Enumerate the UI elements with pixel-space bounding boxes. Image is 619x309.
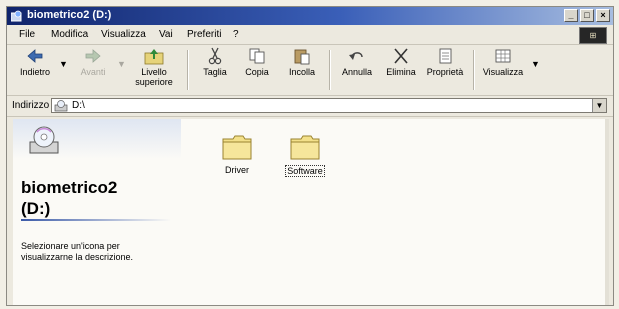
menu-help[interactable]: ? [233, 29, 239, 40]
menu-bar: File Modifica Visualizza Vai Preferiti ?… [7, 26, 613, 45]
back-label: Indietro [19, 67, 51, 77]
delete-x-icon [394, 48, 408, 64]
undo-button[interactable]: Annulla [337, 47, 377, 77]
properties-label: Proprietà [426, 67, 464, 77]
up-label-line2: superiore [135, 77, 173, 87]
toolbar: Indietro ▼ Avanti ▼ Livello superiore Ta… [7, 45, 613, 96]
menu-vai[interactable]: Vai [159, 29, 173, 40]
copy-button[interactable]: Copia [239, 47, 275, 77]
up-button[interactable]: Livello superiore [131, 47, 177, 87]
drive-title-line1: biometrico2 [21, 178, 118, 197]
title-bar[interactable]: biometrico2 (D:) _ □ × [7, 7, 613, 25]
undo-label: Annulla [341, 67, 373, 77]
toolbar-separator [473, 50, 475, 90]
back-dropdown-icon[interactable]: ▼ [59, 59, 68, 69]
address-label: Indirizzo [12, 100, 50, 111]
address-dropdown-icon[interactable]: ▼ [592, 99, 606, 112]
up-label-line1: Livello [141, 67, 167, 77]
folder-icon [222, 135, 252, 160]
explorer-window: biometrico2 (D:) _ □ × File Modifica Vis… [6, 6, 614, 306]
drive-title-line2: (D:) [21, 199, 51, 218]
undo-icon [349, 52, 363, 60]
back-arrow-icon [27, 49, 43, 63]
paste-icon [294, 49, 310, 65]
views-icon [495, 49, 511, 63]
delete-label: Elimina [386, 67, 416, 77]
cut-label: Taglia [203, 67, 227, 77]
folder-item-software[interactable]: Software [275, 133, 335, 177]
content-right-edge [605, 119, 609, 305]
views-label: Visualizza [482, 67, 524, 77]
folder-item-driver[interactable]: Driver [207, 133, 267, 176]
explorer-icon [11, 10, 22, 22]
address-bar: Indirizzo D:\ ▼ [7, 96, 613, 117]
toolbar-separator [187, 50, 189, 90]
menu-preferiti[interactable]: Preferiti [187, 29, 221, 40]
properties-button[interactable]: Proprietà [423, 47, 467, 77]
copy-icon [249, 48, 265, 64]
left-info-pane: biometrico2 (D:) Selezionare un'icona pe… [13, 119, 181, 305]
up-folder-icon [144, 49, 164, 65]
content-area: biometrico2 (D:) Selezionare un'icona pe… [13, 119, 609, 305]
menu-visualizza[interactable]: Visualizza [101, 29, 146, 40]
cut-button[interactable]: Taglia [197, 47, 233, 77]
description-text: Selezionare un'icona per visualizzarne l… [21, 241, 134, 262]
window-title: biometrico2 (D:) [27, 9, 112, 21]
folder-icon [290, 135, 320, 160]
toolbar-separator [329, 50, 331, 90]
forward-arrow-icon [85, 49, 101, 63]
folder-label: Software [285, 165, 325, 177]
drive-title: biometrico2 (D:) [21, 177, 117, 219]
windows-logo-icon: ⊞ [579, 27, 607, 44]
copy-label: Copia [245, 67, 269, 77]
forward-label: Avanti [80, 67, 106, 77]
cd-drive-icon [54, 100, 68, 112]
paste-button[interactable]: Incolla [283, 47, 321, 77]
properties-icon [439, 48, 452, 64]
minimize-button[interactable]: _ [564, 9, 578, 22]
cd-drive-icon [29, 126, 59, 154]
maximize-button[interactable]: □ [580, 9, 594, 22]
paste-label: Incolla [288, 67, 315, 77]
folder-label: Driver [225, 165, 249, 175]
delete-button[interactable]: Elimina [383, 47, 419, 77]
address-input[interactable]: D:\ ▼ [51, 98, 607, 113]
scissors-icon [208, 47, 222, 65]
address-value: D:\ [72, 100, 85, 111]
close-button[interactable]: × [596, 9, 610, 22]
views-dropdown-icon[interactable]: ▼ [531, 59, 540, 69]
forward-dropdown-icon[interactable]: ▼ [117, 59, 126, 69]
menu-modifica[interactable]: Modifica [51, 29, 88, 40]
forward-button[interactable]: Avanti [73, 47, 113, 77]
menu-file[interactable]: File [19, 29, 35, 40]
back-button[interactable]: Indietro [15, 47, 55, 77]
views-button[interactable]: Visualizza [479, 47, 527, 77]
title-underline [21, 219, 171, 221]
